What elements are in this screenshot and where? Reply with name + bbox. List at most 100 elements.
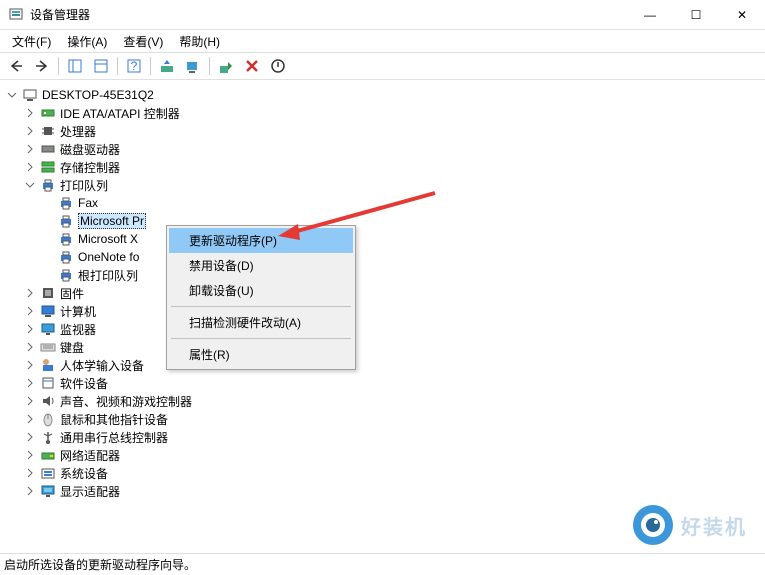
svg-text:?: ? — [131, 59, 138, 73]
tree-node[interactable]: 显示适配器 — [22, 482, 761, 500]
expander-icon[interactable] — [24, 377, 36, 389]
expander-icon[interactable] — [6, 89, 18, 101]
context-menu: 更新驱动程序(P)禁用设备(D)卸载设备(U) 扫描检测硬件改动(A) 属性(R) — [166, 225, 356, 370]
device-tree[interactable]: DESKTOP-45E31Q2 IDE ATA/ATAPI 控制器 处理器 磁盘… — [0, 80, 765, 540]
tree-node-label: 显示适配器 — [60, 483, 120, 500]
statusbar-text: 启动所选设备的更新驱动程序向导。 — [4, 556, 196, 573]
display-icon — [40, 483, 56, 499]
tree-node-label: 打印队列 — [60, 177, 108, 194]
tree-node-label: 计算机 — [60, 303, 96, 320]
context-menu-item[interactable]: 禁用设备(D) — [169, 253, 353, 278]
tree-node[interactable]: 监视器 — [22, 320, 761, 338]
app-icon — [8, 7, 24, 23]
tree-node[interactable]: 根打印队列 — [40, 266, 761, 284]
maximize-button[interactable]: ☐ — [673, 0, 719, 30]
tree-node-label: 监视器 — [60, 321, 96, 338]
printer-icon — [58, 231, 74, 247]
expander-icon[interactable] — [24, 431, 36, 443]
tree-node-label: 通用串行总线控制器 — [60, 429, 168, 446]
tree-node[interactable]: 声音、视频和游戏控制器 — [22, 392, 761, 410]
disable-button[interactable] — [266, 55, 290, 77]
tree-node-label: OneNote fo — [78, 250, 139, 264]
tree-node-label: 处理器 — [60, 123, 96, 140]
system-icon — [40, 465, 56, 481]
menu-separator — [171, 338, 351, 339]
expander-icon[interactable] — [24, 485, 36, 497]
context-menu-item[interactable]: 扫描检测硬件改动(A) — [169, 310, 353, 335]
tree-node[interactable]: 鼠标和其他指针设备 — [22, 410, 761, 428]
window-title: 设备管理器 — [30, 6, 627, 23]
tree-node[interactable]: 系统设备 — [22, 464, 761, 482]
tree-node[interactable]: 打印队列 — [22, 176, 761, 194]
help-button[interactable]: ? — [122, 55, 146, 77]
expander-icon[interactable] — [24, 179, 36, 191]
cpu-icon — [40, 123, 56, 139]
hid-icon — [40, 357, 56, 373]
expander-icon[interactable] — [24, 413, 36, 425]
tree-node[interactable]: 人体学输入设备 — [22, 356, 761, 374]
menu-view[interactable]: 查看(V) — [115, 31, 171, 52]
scan-hardware-button[interactable] — [181, 55, 205, 77]
uninstall-button[interactable] — [240, 55, 264, 77]
expander-icon[interactable] — [24, 305, 36, 317]
toolbar-separator — [209, 57, 210, 75]
tree-node[interactable]: 软件设备 — [22, 374, 761, 392]
tree-node[interactable]: 计算机 — [22, 302, 761, 320]
menu-file[interactable]: 文件(F) — [4, 31, 59, 52]
tree-node[interactable]: Fax — [40, 194, 761, 212]
expander-icon[interactable] — [24, 395, 36, 407]
tree-node-label: 人体学输入设备 — [60, 357, 144, 374]
minimize-button[interactable]: — — [627, 0, 673, 30]
software-icon — [40, 375, 56, 391]
tree-node[interactable]: IDE ATA/ATAPI 控制器 — [22, 104, 761, 122]
context-menu-item[interactable]: 更新驱动程序(P) — [169, 228, 353, 253]
tree-node[interactable]: 通用串行总线控制器 — [22, 428, 761, 446]
tree-node[interactable]: 固件 — [22, 284, 761, 302]
tree-node-label: 键盘 — [60, 339, 84, 356]
menu-separator — [171, 306, 351, 307]
audio-icon — [40, 393, 56, 409]
toolbar-separator — [117, 57, 118, 75]
expander-icon[interactable] — [24, 341, 36, 353]
expander-icon[interactable] — [24, 467, 36, 479]
tree-node[interactable]: Microsoft Pr — [40, 212, 761, 230]
back-button[interactable] — [4, 55, 28, 77]
menu-action[interactable]: 操作(A) — [59, 31, 115, 52]
close-button[interactable]: ✕ — [719, 0, 765, 30]
tree-node[interactable]: 处理器 — [22, 122, 761, 140]
expander-icon[interactable] — [24, 161, 36, 173]
tree-node-label: 存储控制器 — [60, 159, 120, 176]
properties-button[interactable] — [89, 55, 113, 77]
expander-icon[interactable] — [24, 449, 36, 461]
context-menu-item[interactable]: 卸载设备(U) — [169, 278, 353, 303]
controller-icon — [40, 105, 56, 121]
update-driver-button[interactable] — [155, 55, 179, 77]
network-icon — [40, 447, 56, 463]
tree-node[interactable]: 存储控制器 — [22, 158, 761, 176]
tree-node[interactable]: 键盘 — [22, 338, 761, 356]
menu-help[interactable]: 帮助(H) — [171, 31, 228, 52]
tree-node[interactable]: OneNote fo — [40, 248, 761, 266]
forward-button[interactable] — [30, 55, 54, 77]
tree-node[interactable]: 磁盘驱动器 — [22, 140, 761, 158]
expander-spacer — [42, 197, 54, 209]
printer-icon — [58, 267, 74, 283]
titlebar: 设备管理器 — ☐ ✕ — [0, 0, 765, 30]
context-menu-item[interactable]: 属性(R) — [169, 342, 353, 367]
enable-button[interactable] — [214, 55, 238, 77]
tree-node-label: 鼠标和其他指针设备 — [60, 411, 168, 428]
tree-node[interactable]: 网络适配器 — [22, 446, 761, 464]
expander-icon[interactable] — [24, 143, 36, 155]
toolbar-separator — [58, 57, 59, 75]
show-hide-tree-button[interactable] — [63, 55, 87, 77]
tree-root[interactable]: DESKTOP-45E31Q2 — [4, 86, 761, 104]
statusbar: 启动所选设备的更新驱动程序向导。 — [0, 553, 765, 575]
expander-icon[interactable] — [24, 107, 36, 119]
tree-node[interactable]: Microsoft X — [40, 230, 761, 248]
expander-icon[interactable] — [24, 359, 36, 371]
tree-node-label: 磁盘驱动器 — [60, 141, 120, 158]
expander-icon[interactable] — [24, 287, 36, 299]
tree-node-label: 网络适配器 — [60, 447, 120, 464]
expander-icon[interactable] — [24, 323, 36, 335]
expander-icon[interactable] — [24, 125, 36, 137]
